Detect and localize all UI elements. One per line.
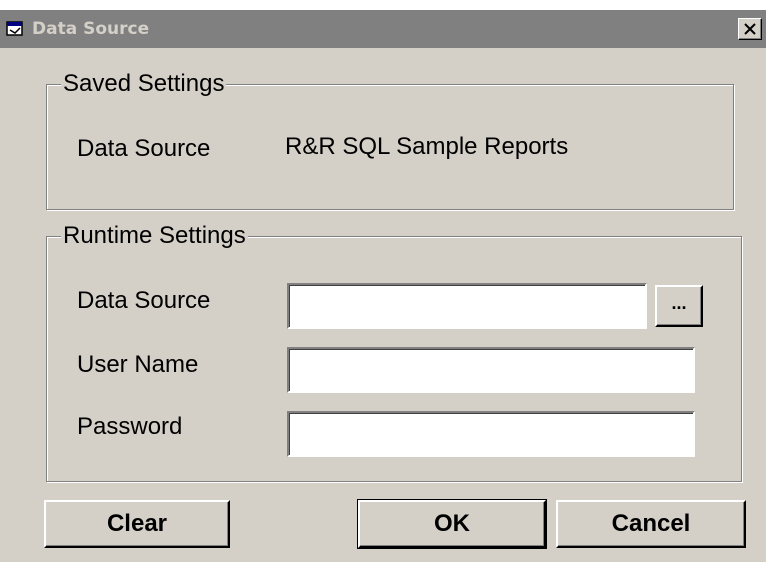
- window-app-icon: [6, 20, 24, 38]
- title-bar[interactable]: Data Source: [0, 10, 766, 48]
- close-icon: [744, 23, 756, 35]
- password-input[interactable]: [287, 411, 695, 457]
- window-title: Data Source: [32, 19, 150, 39]
- data-source-dialog: Data Source Saved Settings Data Source R…: [0, 10, 766, 562]
- saved-data-source-label: Data Source: [77, 135, 211, 162]
- saved-settings-group: Saved Settings Data Source R&R SQL Sampl…: [46, 70, 734, 210]
- close-button[interactable]: [738, 18, 762, 40]
- runtime-settings-group: Runtime Settings Data Source ... User Na…: [46, 222, 742, 482]
- browse-button[interactable]: ...: [655, 285, 703, 327]
- ok-button[interactable]: OK: [357, 499, 547, 549]
- user-name-input[interactable]: [287, 347, 695, 393]
- data-source-input[interactable]: [287, 283, 647, 329]
- password-label: Password: [77, 413, 183, 440]
- saved-data-source-value: R&R SQL Sample Reports: [285, 133, 569, 160]
- user-name-label: User Name: [77, 351, 199, 378]
- runtime-settings-legend: Runtime Settings: [61, 222, 248, 250]
- saved-settings-legend: Saved Settings: [61, 70, 227, 98]
- clear-button[interactable]: Clear: [44, 500, 230, 548]
- runtime-data-source-label: Data Source: [77, 287, 211, 314]
- cancel-button[interactable]: Cancel: [556, 500, 746, 548]
